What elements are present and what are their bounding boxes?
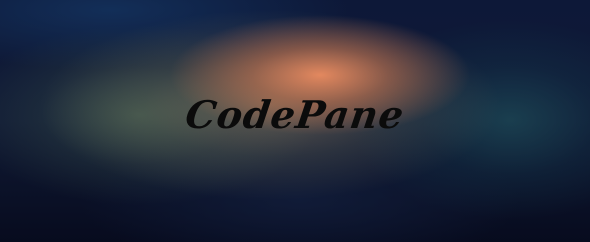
brand-banner: CodePane bbox=[0, 0, 590, 242]
logo-wordmark: CodePane bbox=[182, 92, 408, 137]
